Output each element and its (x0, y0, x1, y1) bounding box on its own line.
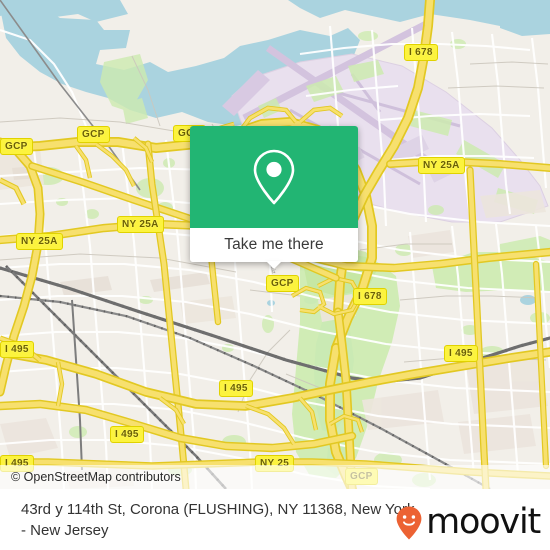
take-me-there-label: Take me there (224, 236, 324, 253)
attribution-text: © OpenStreetMap contributors (11, 470, 181, 484)
moovit-map-screenshot: Av Ruiz GCPGCPGCPI 678NY 25ANY 25ANY 25A… (0, 0, 550, 550)
moovit-brand: moovit (394, 502, 541, 542)
road-shield: GCP (77, 126, 110, 143)
road-shield: I 495 (444, 345, 478, 362)
road-shield: I 495 (110, 426, 144, 443)
road-shield: I 495 (219, 380, 253, 397)
popup-pointer-tail (266, 261, 282, 269)
road-shield: GCP (0, 138, 33, 155)
road-shield: I 678 (353, 288, 387, 305)
road-shield: I 495 (0, 341, 34, 358)
road-shield: I 678 (404, 44, 438, 61)
address-label: 43rd y 114th St, Corona (FLUSHING), NY 1… (21, 500, 415, 539)
popup-action-bar[interactable]: Take me there (190, 228, 358, 269)
moovit-wordmark: moovit (426, 502, 541, 542)
map-attribution: © OpenStreetMap contributors (0, 465, 550, 489)
footer-bar: 43rd y 114th St, Corona (FLUSHING), NY 1… (0, 489, 550, 550)
destination-popup-card[interactable]: Take me there (190, 126, 358, 269)
road-shield: NY 25A (117, 216, 164, 233)
road-shield: NY 25A (418, 157, 465, 174)
popup-icon-area (190, 126, 358, 228)
road-shield: GCP (266, 275, 299, 292)
map-pin-icon (253, 149, 295, 205)
moovit-smiley-pin-icon (396, 506, 422, 539)
road-shield: NY 25A (16, 233, 63, 250)
